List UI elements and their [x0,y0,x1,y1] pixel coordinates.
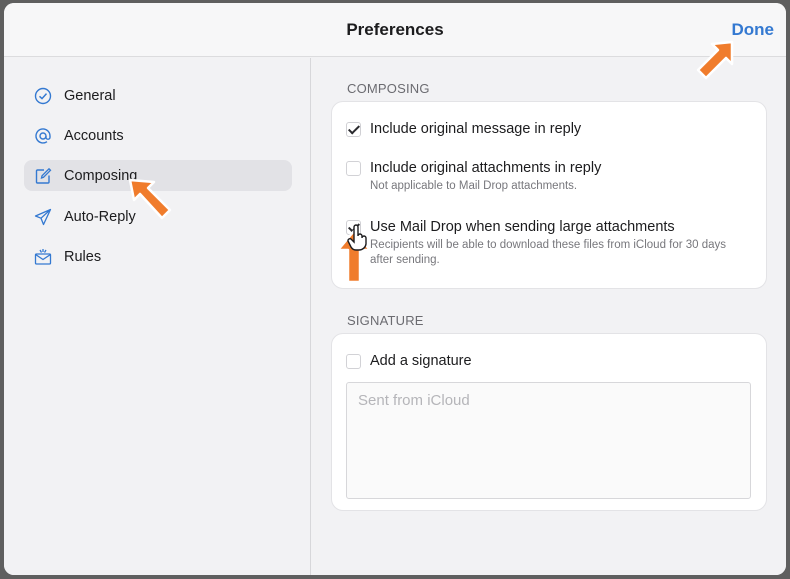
signature-section-header: SIGNATURE [347,313,424,328]
compose-icon [33,166,53,186]
signature-textarea[interactable]: Sent from iCloud [346,382,751,499]
sidebar-item-label: General [64,87,116,104]
option-label: Add a signature [370,353,472,369]
arrow-pointer-icon [696,40,734,80]
sidebar-item-label: Accounts [64,127,124,144]
sidebar: General Accounts Composing Auto-Reply Ru… [4,58,311,575]
mail-drop-option: Use Mail Drop when sending large attachm… [346,217,730,268]
sidebar-item-accounts[interactable]: Accounts [24,120,292,151]
include-message-option: Include original message in reply [346,119,581,139]
include-attachments-option: Include original attachments in reply No… [346,158,730,194]
envelope-rules-icon [33,247,53,267]
window-header: Preferences Done [4,3,786,57]
hand-cursor-icon [347,224,367,251]
signature-card: Add a signature Sent from iCloud [331,333,767,511]
composing-card: Include original message in reply Includ… [331,101,767,289]
composing-section-header: COMPOSING [347,81,430,96]
page-title: Preferences [346,20,444,39]
airplane-icon [33,207,53,227]
include-attachments-checkbox[interactable] [346,161,361,176]
preferences-window: Preferences Done General Accounts Compos… [4,3,786,575]
add-signature-checkbox[interactable] [346,354,361,369]
include-message-checkbox[interactable] [346,122,361,137]
option-label: Use Mail Drop when sending large attachm… [370,219,675,235]
checkmark-circle-icon [33,86,53,106]
sidebar-item-general[interactable]: General [24,80,292,111]
option-label: Include original message in reply [370,121,582,137]
signature-placeholder: Sent from iCloud [358,392,470,409]
option-sublabel: Recipients will be able to download thes… [370,239,727,266]
arrow-pointer-icon [128,178,172,220]
at-sign-icon [33,126,53,146]
add-signature-option: Add a signature [346,351,472,371]
sidebar-item-rules[interactable]: Rules [24,241,292,272]
option-label: Include original attachments in reply [370,160,602,176]
sidebar-item-label: Rules [64,248,102,265]
done-button[interactable]: Done [732,20,775,40]
sidebar-item-label: Auto-Reply [64,208,136,225]
option-sublabel: Not applicable to Mail Drop attachments. [370,180,578,192]
composing-pane: COMPOSING Include original message in re… [312,58,786,575]
